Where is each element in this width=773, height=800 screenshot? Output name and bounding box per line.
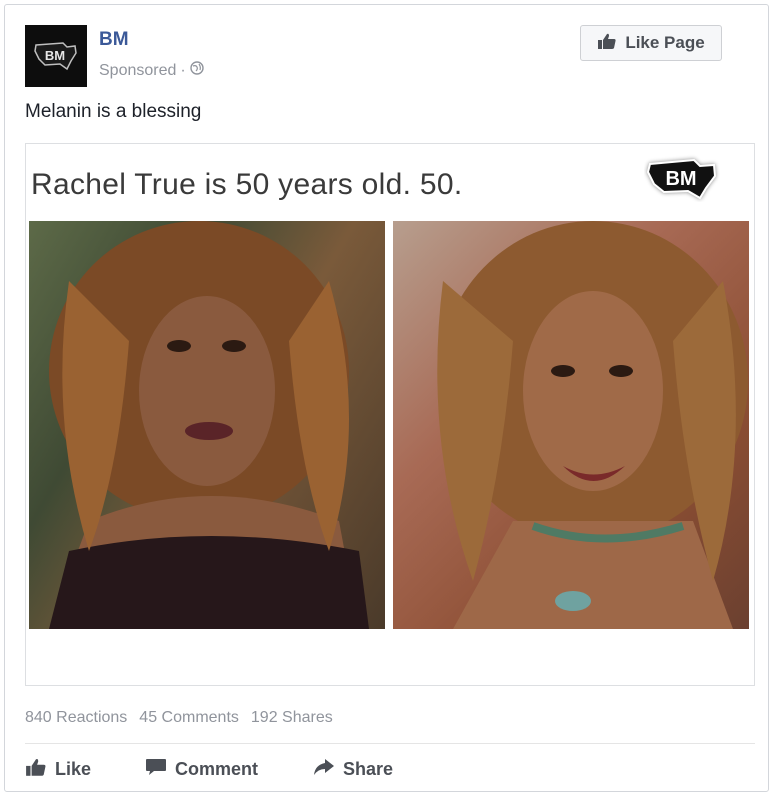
page-avatar[interactable]: BM — [25, 25, 87, 87]
like-label: Like — [55, 759, 92, 779]
comment-label: Comment — [175, 759, 259, 779]
share-icon — [313, 757, 335, 782]
share-label: Share — [343, 759, 394, 779]
photo-right — [393, 221, 749, 629]
sponsored-label[interactable]: Sponsored — [99, 62, 176, 80]
link-attachment[interactable]: Rachel True is 50 years old. 50. BM — [25, 143, 755, 686]
share-button[interactable]: Share — [313, 757, 393, 782]
bm-logo-icon: BM — [34, 42, 77, 71]
like-page-label: Like Page — [625, 33, 705, 52]
comments-count[interactable]: 45 Comments — [139, 709, 239, 727]
reactions-count[interactable]: 840 Reactions — [25, 709, 127, 727]
like-page-button[interactable]: Like Page — [580, 25, 722, 61]
comment-icon — [145, 757, 167, 782]
comment-button[interactable]: Comment — [145, 757, 313, 782]
attachment-headline: Rachel True is 50 years old. 50. — [31, 168, 463, 201]
watermark-logo: BM — [644, 154, 720, 207]
page-name-link[interactable]: BM — [99, 29, 129, 51]
engagement-stats: 840 Reactions 45 Comments 192 Shares — [25, 709, 333, 727]
separator-dot: · — [180, 61, 186, 79]
watermark-text: BM — [665, 168, 696, 190]
globe-icon — [190, 61, 204, 80]
action-bar: Like Comment Share — [25, 757, 393, 782]
logo-text: BM — [45, 48, 65, 63]
post-text: Melanin is a blessing — [25, 101, 202, 122]
divider — [25, 743, 755, 744]
sponsored-post-card: BM BM Sponsored · Like Page Melanin is a… — [4, 4, 769, 792]
thumbs-up-icon — [25, 757, 47, 782]
shares-count[interactable]: 192 Shares — [251, 709, 333, 727]
thumbs-up-icon — [597, 32, 617, 55]
sponsored-row: Sponsored · — [99, 61, 204, 80]
photo-left — [29, 221, 385, 629]
like-button[interactable]: Like — [25, 757, 145, 782]
